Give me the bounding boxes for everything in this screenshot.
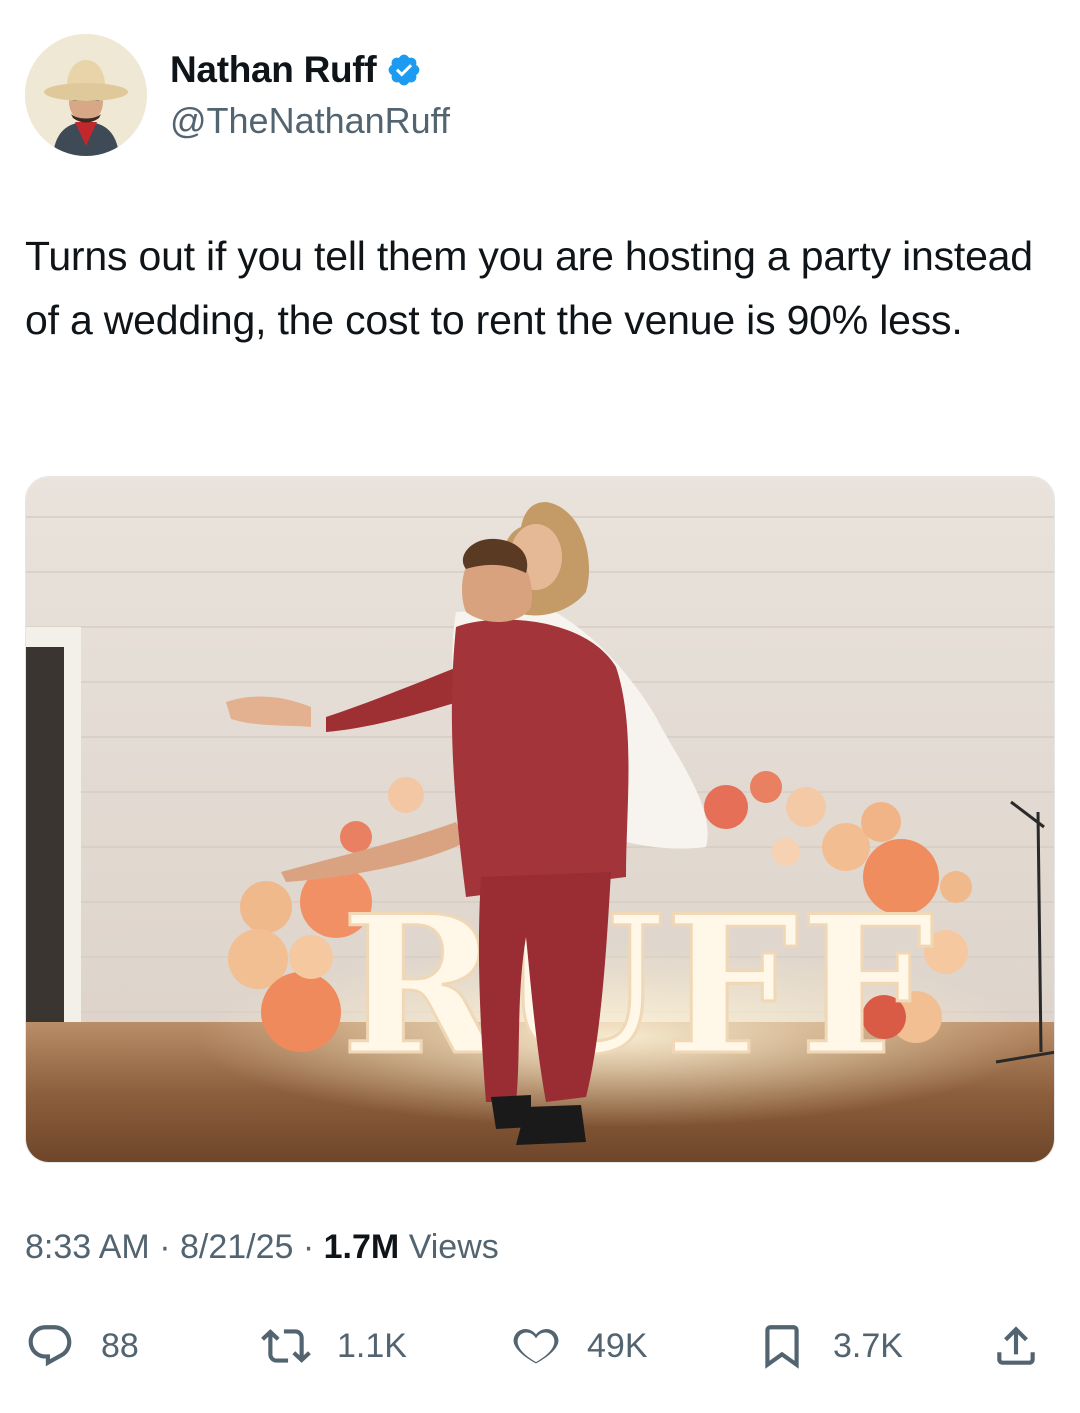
reply-icon bbox=[28, 1325, 72, 1367]
tweet-date[interactable]: 8/21/25 bbox=[180, 1228, 293, 1266]
cowboy-avatar-icon bbox=[25, 34, 147, 156]
views-count: 1.7M bbox=[323, 1228, 400, 1266]
bookmark-button[interactable]: 3.7K bbox=[757, 1318, 903, 1374]
like-count: 49K bbox=[587, 1326, 648, 1365]
author-display-name[interactable]: Nathan Ruff bbox=[170, 49, 377, 91]
couple-dancing-photo: RUFF bbox=[26, 477, 1054, 1162]
author-avatar[interactable] bbox=[25, 34, 147, 156]
bookmark-count: 3.7K bbox=[833, 1326, 903, 1365]
retweet-button[interactable]: 1.1K bbox=[261, 1318, 407, 1374]
tweet-media-photo[interactable]: RUFF bbox=[25, 476, 1055, 1163]
retweet-icon bbox=[261, 1329, 311, 1363]
like-button[interactable]: 49K bbox=[511, 1318, 648, 1374]
meta-separator: · bbox=[293, 1228, 324, 1266]
tweet-actions-bar: 88 1.1K 49K 3.7K bbox=[25, 1318, 1055, 1374]
tweet-time[interactable]: 8:33 AM bbox=[25, 1228, 150, 1266]
share-icon bbox=[997, 1326, 1035, 1365]
meta-separator: · bbox=[149, 1228, 180, 1266]
ruff-marquee-sign: RUFF bbox=[341, 874, 934, 1097]
tweet-meta: 8:33 AM · 8/21/25 · 1.7M Views bbox=[25, 1228, 499, 1267]
verified-badge-icon bbox=[386, 52, 422, 88]
reply-button[interactable]: 88 bbox=[25, 1318, 139, 1374]
reply-count: 88 bbox=[101, 1326, 139, 1365]
views-label: Views bbox=[408, 1228, 499, 1266]
author-handle[interactable]: @TheNathanRuff bbox=[170, 100, 450, 142]
share-button[interactable] bbox=[991, 1318, 1041, 1374]
tweet-text: Turns out if you tell them you are hosti… bbox=[25, 233, 1033, 343]
heart-icon bbox=[513, 1328, 559, 1364]
retweet-count: 1.1K bbox=[337, 1326, 407, 1365]
tweet-header: Nathan Ruff @TheNathanRuff bbox=[25, 34, 1055, 156]
bookmark-icon bbox=[765, 1325, 799, 1369]
name-row: Nathan Ruff bbox=[170, 48, 422, 92]
